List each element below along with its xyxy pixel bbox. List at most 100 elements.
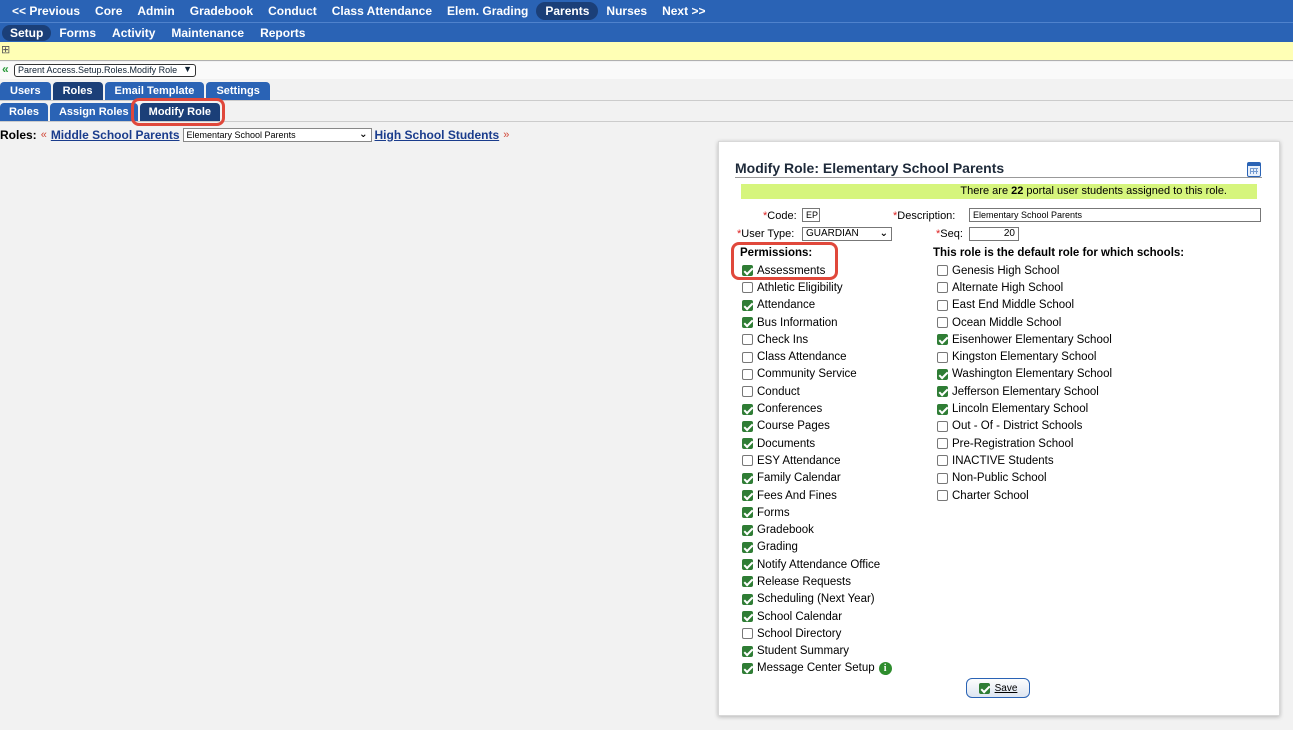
subtab-assign-roles[interactable]: Assign Roles — [49, 103, 138, 121]
top-menu-elem-grading[interactable]: Elem. Grading — [440, 2, 535, 20]
permission-checkbox[interactable] — [742, 628, 753, 640]
permission-checkbox[interactable] — [742, 524, 753, 536]
permission-label: Family Calendar — [757, 472, 841, 485]
permission-checkbox[interactable] — [742, 490, 753, 501]
user-type-label: *User Type: — [737, 228, 795, 240]
permission-documents: Documents — [742, 435, 892, 452]
school-checkbox[interactable] — [937, 368, 948, 380]
school-pre-registration-school: Pre-Registration School — [937, 435, 1112, 452]
tab-roles[interactable]: Roles — [52, 82, 103, 100]
school-checkbox[interactable] — [937, 403, 948, 415]
permission-checkbox[interactable] — [742, 576, 753, 588]
permission-community-service: Community Service — [742, 366, 892, 383]
permission-label: Conferences — [757, 403, 823, 416]
permission-conduct: Conduct — [742, 383, 892, 400]
next-arrow-icon[interactable]: » — [503, 129, 509, 141]
top-menu-parents[interactable]: Parents — [536, 2, 599, 20]
school-checkbox[interactable] — [937, 472, 948, 484]
tab-users[interactable]: Users — [0, 82, 51, 100]
prev-arrow-icon[interactable]: « — [41, 129, 47, 141]
school-out-of-district-schools: Out - Of - District Schools — [937, 418, 1112, 435]
permission-checkbox[interactable] — [742, 299, 753, 311]
permission-checkbox[interactable] — [742, 593, 753, 605]
permission-checkbox[interactable] — [742, 334, 753, 346]
breadcrumb-select[interactable]: Parent Access.Setup.Roles.Modify Role ▼ — [14, 64, 197, 77]
permission-checkbox[interactable] — [742, 662, 753, 674]
school-label: Charter School — [952, 489, 1029, 502]
title-divider — [735, 177, 1262, 178]
code-input[interactable]: EP — [802, 208, 820, 222]
school-label: Jefferson Elementary School — [952, 385, 1099, 398]
school-lincoln-elementary-school: Lincoln Elementary School — [937, 400, 1112, 417]
permission-school-directory: School Directory — [742, 625, 892, 642]
permission-checkbox[interactable] — [742, 507, 753, 519]
permission-label: Forms — [757, 506, 790, 519]
permission-checkbox[interactable] — [742, 386, 753, 398]
sub-menu-maintenance[interactable]: Maintenance — [163, 25, 252, 41]
permission-checkbox[interactable] — [742, 559, 753, 571]
top-menu-gradebook[interactable]: Gradebook — [183, 2, 260, 20]
collapse-chevron-icon[interactable]: « — [2, 62, 9, 76]
school-checkbox[interactable] — [937, 317, 948, 329]
prev-role-link[interactable]: Middle School Parents — [51, 128, 180, 142]
code-label: *Code: — [763, 210, 797, 222]
permission-release-requests: Release Requests — [742, 573, 892, 590]
description-input[interactable]: Elementary School Parents — [969, 208, 1261, 222]
school-checkbox[interactable] — [937, 490, 948, 501]
top-menu-admin[interactable]: Admin — [130, 2, 181, 20]
chevron-down-icon: ▼ — [183, 64, 193, 74]
permission-checkbox[interactable] — [742, 403, 753, 415]
permission-course-pages: Course Pages — [742, 418, 892, 435]
permission-checkbox[interactable] — [742, 645, 753, 657]
permission-bus-information: Bus Information — [742, 314, 892, 331]
sub-menu-activity[interactable]: Activity — [104, 25, 163, 41]
permission-checkbox[interactable] — [742, 455, 753, 467]
permission-checkbox[interactable] — [742, 351, 753, 363]
roles-navigator: Roles: « Middle School Parents Elementar… — [0, 127, 513, 143]
permission-checkbox[interactable] — [742, 438, 753, 450]
school-checkbox[interactable] — [937, 282, 948, 294]
top-menu-previous[interactable]: << Previous — [5, 2, 87, 20]
permission-checkbox[interactable] — [742, 282, 753, 294]
permission-label: Documents — [757, 437, 816, 450]
permission-label: Bus Information — [757, 316, 838, 329]
top-menu-conduct[interactable]: Conduct — [261, 2, 324, 20]
user-type-select[interactable]: GUARDIAN ⌄ — [802, 227, 892, 241]
permission-athletic-eligibility: Athletic Eligibility — [742, 279, 892, 296]
permission-class-attendance: Class Attendance — [742, 348, 892, 365]
permission-checkbox[interactable] — [742, 420, 753, 432]
permission-label: ESY Attendance — [757, 454, 841, 467]
school-checkbox[interactable] — [937, 386, 948, 398]
school-label: Eisenhower Elementary School — [952, 333, 1112, 346]
calendar-icon[interactable] — [1247, 162, 1261, 177]
info-icon[interactable]: i — [878, 661, 892, 675]
seq-input[interactable]: 20 — [969, 227, 1019, 241]
school-inactive-students: INACTIVE Students — [937, 452, 1112, 469]
school-checkbox[interactable] — [937, 438, 948, 450]
school-checkbox[interactable] — [937, 351, 948, 363]
sub-menu-forms[interactable]: Forms — [51, 25, 104, 41]
sub-menu-setup[interactable]: Setup — [2, 24, 52, 41]
school-checkbox[interactable] — [937, 265, 948, 277]
permission-checkbox[interactable] — [742, 317, 753, 329]
permission-checkbox[interactable] — [742, 611, 753, 623]
school-checkbox[interactable] — [937, 334, 948, 346]
permission-checkbox[interactable] — [742, 541, 753, 553]
permission-label: Check Ins — [757, 333, 809, 346]
top-menu-nurses[interactable]: Nurses — [599, 2, 654, 20]
top-menu-next[interactable]: Next >> — [655, 2, 712, 20]
school-checkbox[interactable] — [937, 455, 948, 467]
role-select[interactable]: Elementary School Parents ⌄ — [182, 128, 372, 142]
permission-checkbox[interactable] — [742, 472, 753, 484]
subtab-roles[interactable]: Roles — [0, 103, 48, 121]
save-button[interactable]: Save — [966, 678, 1030, 698]
top-menu-core[interactable]: Core — [88, 2, 129, 20]
permission-checkbox[interactable] — [742, 368, 753, 380]
top-menu-class-attendance[interactable]: Class Attendance — [325, 2, 439, 20]
school-label: Ocean Middle School — [952, 316, 1062, 329]
school-checkbox[interactable] — [937, 420, 948, 432]
sub-menu-reports[interactable]: Reports — [252, 25, 313, 41]
expand-icon[interactable]: ⊞ — [1, 43, 10, 56]
next-role-link[interactable]: High School Students — [375, 128, 500, 142]
school-checkbox[interactable] — [937, 299, 948, 311]
